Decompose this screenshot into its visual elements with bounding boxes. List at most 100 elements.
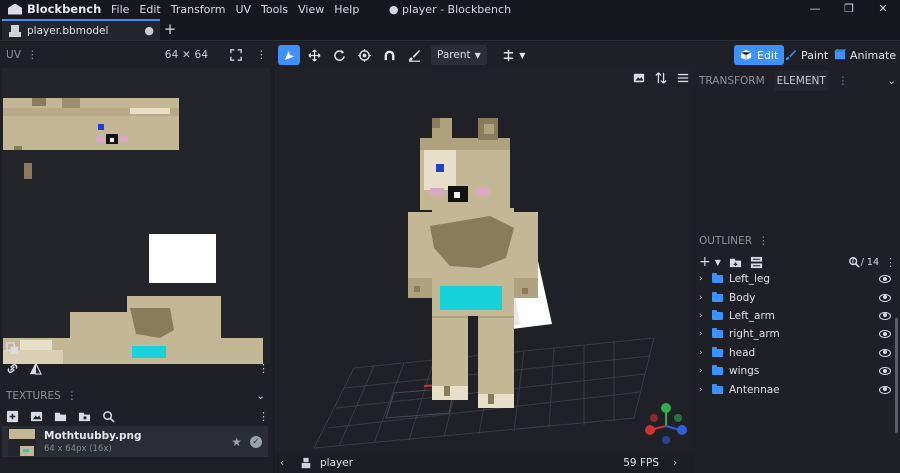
orientation-gizmo[interactable]: [645, 403, 687, 444]
antennae-mesh[interactable]: [432, 118, 498, 140]
previous-arrow-icon[interactable]: ‹: [280, 457, 294, 469]
checkmark-icon[interactable]: ✓: [250, 435, 262, 448]
outliner-group-wings[interactable]: › wings: [693, 362, 893, 380]
menu-file[interactable]: File: [106, 3, 134, 16]
expand-chevron-icon[interactable]: ›: [699, 366, 706, 376]
group-name: wings: [729, 365, 760, 378]
mode-paint-button[interactable]: Paint: [785, 45, 828, 65]
collapse-chevron-icon[interactable]: ⌄: [887, 75, 896, 87]
copy-paste-icon[interactable]: [6, 341, 19, 355]
add-group-icon[interactable]: [729, 256, 742, 269]
visibility-eye-icon[interactable]: [879, 385, 891, 394]
load-folder-icon[interactable]: [78, 410, 91, 423]
uv-tools-menu-icon[interactable]: ⋮: [258, 362, 269, 375]
menu-bar: File Edit Transform UV Tools View Help: [106, 3, 364, 16]
star-icon[interactable]: ★: [231, 435, 242, 449]
pivot-mode-select[interactable]: Parent ▼: [431, 45, 487, 65]
textures-menu-icon[interactable]: ⋮: [67, 390, 78, 402]
close-button[interactable]: ✕: [866, 0, 900, 18]
uv-panel-header: UV ⋮ 64 ✕ 64 ⋮: [0, 42, 273, 68]
expand-chevron-icon[interactable]: ›: [699, 329, 706, 339]
visibility-eye-icon[interactable]: [879, 330, 891, 339]
menu-edit[interactable]: Edit: [134, 3, 165, 16]
rotate-tool-button[interactable]: [328, 45, 350, 65]
next-arrow-icon[interactable]: ›: [673, 457, 687, 469]
outliner-group-left-leg[interactable]: › Left_leg: [693, 270, 893, 288]
mode-animate-button[interactable]: Animate: [834, 45, 896, 65]
menu-uv[interactable]: UV: [230, 3, 256, 16]
new-tab-button[interactable]: +: [160, 19, 180, 40]
open-folder-icon[interactable]: [54, 410, 67, 423]
head-mesh[interactable]: [420, 138, 510, 210]
visibility-eye-icon[interactable]: [879, 367, 891, 376]
brush-icon: [408, 49, 420, 62]
expand-chevron-icon[interactable]: ›: [699, 385, 706, 395]
outliner-scrollbar[interactable]: [895, 318, 898, 433]
screenshot-icon[interactable]: [633, 72, 645, 84]
outliner-group-left-arm[interactable]: › Left_arm: [693, 307, 893, 325]
fullscreen-icon[interactable]: [230, 49, 243, 61]
tab-element[interactable]: ELEMENT: [774, 71, 828, 91]
add-element-icon[interactable]: +: [699, 254, 711, 270]
sort-icon[interactable]: [655, 72, 667, 84]
expand-chevron-icon[interactable]: ›: [699, 293, 706, 303]
pivot-icon: [357, 48, 371, 62]
magnet-icon: [384, 50, 394, 60]
uv-tools: ⋮: [0, 338, 273, 378]
maximize-button[interactable]: ❐: [832, 0, 866, 18]
collapse-groups-icon[interactable]: [750, 256, 763, 269]
visibility-eye-icon[interactable]: [879, 293, 891, 302]
minimize-button[interactable]: —: [798, 0, 832, 18]
visibility-eye-icon[interactable]: [879, 275, 891, 284]
group-name: Antennae: [729, 383, 780, 396]
unsaved-dot-icon[interactable]: ●: [144, 24, 154, 37]
visibility-eye-icon[interactable]: [879, 348, 891, 357]
pivot-tool-button[interactable]: [353, 45, 375, 65]
search-icon[interactable]: [102, 410, 115, 423]
menu-tools[interactable]: Tools: [256, 3, 293, 16]
3d-viewport[interactable]: [274, 68, 693, 452]
translate-tool-button[interactable]: [303, 45, 325, 65]
outliner-group-right-arm[interactable]: › right_arm: [693, 325, 893, 343]
title-bar: Blockbench File Edit Transform UV Tools …: [0, 0, 900, 18]
textures-more-icon[interactable]: ⋮: [258, 410, 269, 423]
mode-edit-button[interactable]: Edit: [734, 45, 785, 65]
uv-size-label[interactable]: 64 ✕ 64: [165, 49, 209, 61]
uv-editor-canvas[interactable]: [2, 68, 271, 364]
visibility-eye-icon[interactable]: [879, 311, 891, 320]
outliner-more-icon[interactable]: ⋮: [885, 256, 896, 269]
add-texture-icon[interactable]: [6, 410, 19, 423]
textures-panel-title: TEXTURES: [6, 390, 61, 402]
uv-more-icon[interactable]: ⋮: [256, 49, 267, 61]
outliner-group-head[interactable]: › head: [693, 344, 893, 362]
menu-help[interactable]: Help: [329, 3, 364, 16]
collapse-chevron-icon[interactable]: ⌄: [256, 390, 265, 402]
paint-brush-tool-button[interactable]: [403, 45, 425, 65]
rotate-icon: [333, 49, 345, 61]
transform-space-button[interactable]: ▼: [497, 45, 531, 65]
dropdown-caret-icon[interactable]: ▼: [715, 258, 721, 267]
import-texture-icon[interactable]: [30, 410, 43, 423]
outliner-group-body[interactable]: › Body: [693, 288, 893, 306]
tab-player-bbmodel[interactable]: player.bbmodel ●: [2, 19, 160, 40]
folder-icon: [712, 291, 723, 302]
expand-chevron-icon[interactable]: ›: [699, 348, 706, 358]
outliner-group-antennae[interactable]: › Antennae: [693, 380, 893, 398]
menu-view[interactable]: View: [293, 3, 329, 16]
link-icon[interactable]: [6, 362, 19, 375]
uv-panel-menu-icon[interactable]: ⋮: [27, 49, 38, 61]
group-name: head: [729, 346, 756, 359]
expand-chevron-icon[interactable]: ›: [699, 274, 706, 284]
expand-chevron-icon[interactable]: ›: [699, 311, 706, 321]
menu-transform[interactable]: Transform: [166, 3, 231, 16]
properties-menu-icon[interactable]: ⋮: [838, 75, 849, 87]
texture-item[interactable]: Mothtuubby.png 64 x 64px (16x) ★ ✓: [2, 426, 268, 457]
move-tool-button[interactable]: [278, 45, 300, 65]
vertex-snap-button[interactable]: [378, 45, 400, 65]
tab-transform[interactable]: TRANSFORM: [699, 75, 765, 87]
legs-mesh[interactable]: [432, 314, 514, 408]
body-mesh[interactable]: [430, 208, 514, 316]
mirror-uv-icon[interactable]: [29, 362, 42, 375]
hamburger-menu-icon[interactable]: [677, 72, 689, 84]
outliner-menu-icon[interactable]: ⋮: [758, 235, 769, 247]
